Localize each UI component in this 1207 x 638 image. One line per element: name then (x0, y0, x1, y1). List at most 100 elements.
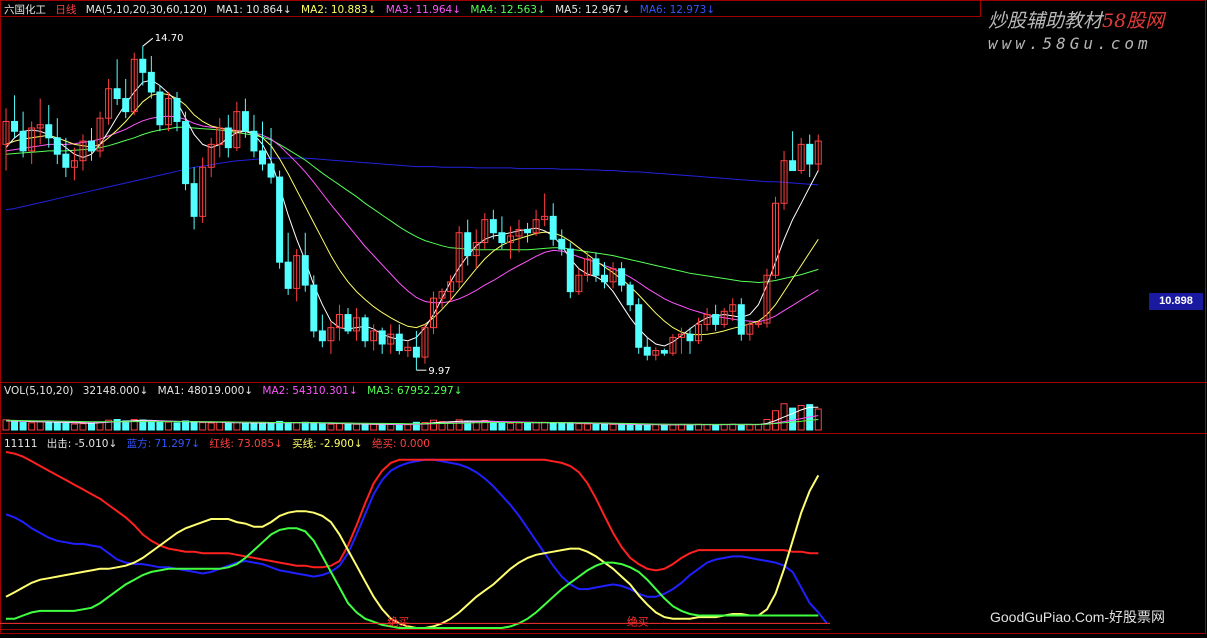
volume-bar (70, 423, 78, 431)
volume-bars (2, 403, 822, 431)
volume-bar (318, 423, 326, 431)
candle-body (395, 333, 403, 352)
candle-body (464, 232, 472, 257)
candle-body (412, 346, 420, 358)
vol-params: VOL(5,10,20) (4, 385, 74, 397)
ma-params: MA(5,10,20,30,60,120) (85, 4, 207, 16)
honglv-value: 红线: 73.085↓ (209, 438, 283, 450)
high-mark-label: 14.70 (155, 33, 184, 44)
volume-bar (370, 423, 378, 431)
volume-bar (703, 424, 711, 431)
candle-body (498, 232, 506, 244)
volume-bar (395, 423, 403, 431)
buy-signal-label: 绝买 (387, 614, 409, 628)
volume-bar (11, 420, 19, 431)
volume-bar (88, 422, 95, 431)
lanfang-value: 蓝方: 71.297↓ (126, 438, 201, 450)
volume-bar (335, 423, 343, 431)
volume-bar (387, 423, 395, 431)
volume-bar (506, 422, 514, 431)
candle-body (635, 304, 643, 348)
volume-bar (524, 422, 532, 431)
watermark-top-a: 炒股辅助教材 (988, 10, 1103, 32)
chart-canvas[interactable]: 绝买 绝买 14.70 9.97 (0, 0, 1207, 634)
volume-bar (558, 422, 566, 431)
indicator-panel-header: 11111 出击: -5.010↓ 蓝方: 71.297↓ 红线: 73.085… (4, 436, 436, 451)
candle-body (139, 58, 147, 73)
candle-body (147, 71, 155, 93)
candle-body (190, 183, 198, 217)
volume-bar (515, 422, 523, 431)
volume-bar (173, 422, 181, 431)
volume-bar (754, 423, 762, 431)
volume-bar (361, 424, 369, 431)
candle-body (19, 130, 27, 152)
vol-ma3-value: MA3: 67952.297↓ (367, 385, 463, 397)
volume-bar (601, 423, 608, 431)
volume-bar (592, 423, 600, 431)
candle-body (53, 137, 61, 155)
candle-body (618, 268, 626, 286)
volume-bar (53, 422, 61, 431)
volume-bar (45, 421, 53, 431)
volume-bar (284, 421, 292, 431)
volume-bar (669, 424, 677, 431)
volume-bar (164, 421, 172, 431)
candle-body (241, 111, 249, 132)
volume-bar (583, 423, 591, 431)
candle-body (284, 261, 292, 289)
candle-body (660, 350, 668, 354)
volume-bar (301, 421, 309, 431)
volume-bar (293, 422, 301, 431)
indicator-name: 11111 (4, 438, 38, 450)
volume-bar (660, 424, 668, 431)
volume-bar (737, 424, 745, 431)
maixian-value: 买线: -2.900↓ (292, 438, 363, 450)
candle-body (301, 255, 309, 286)
indicator-lines (5, 451, 828, 629)
indicator-chuji-line (6, 527, 819, 629)
candle-body (182, 120, 190, 185)
price-ma1-line (5, 79, 819, 347)
volume-bar (575, 423, 583, 431)
volume-bar (19, 421, 27, 431)
outer-frame (0, 0, 1206, 634)
chart-period[interactable]: 日线 (55, 4, 76, 16)
volume-bar (36, 421, 44, 431)
candle-body (601, 274, 608, 283)
high-mark-pointer (142, 37, 154, 47)
volume-bar (789, 407, 797, 431)
candle-body (276, 176, 284, 263)
volume-bar (566, 422, 574, 431)
volume-bar (79, 423, 87, 431)
candle-body (344, 314, 352, 332)
volume-bar (353, 423, 361, 431)
candle-body (62, 153, 70, 168)
volume-bar (310, 422, 318, 431)
volume-bar (549, 422, 557, 431)
candle-body (737, 304, 745, 335)
candle-body (626, 284, 634, 306)
watermark-top: 炒股辅助教材58股网 (988, 6, 1164, 33)
candle-body (378, 330, 386, 345)
candle-body (686, 333, 694, 342)
ma5-value: MA5: 12.967↓ (555, 4, 631, 16)
volume-bar (28, 422, 36, 431)
candle-body (122, 98, 130, 113)
candle-body (156, 91, 164, 126)
watermark-top-b: 58股网 (1102, 10, 1165, 32)
volume-bar (241, 422, 249, 431)
volume-bar (190, 421, 198, 431)
candle-body (267, 163, 275, 178)
candle-body (88, 140, 95, 152)
candle-body (113, 88, 121, 100)
volume-bar (259, 423, 266, 431)
candle-body (712, 314, 720, 325)
price-candles (2, 46, 822, 371)
volume-bar (404, 424, 412, 431)
candle-body (11, 120, 19, 132)
candle-body (558, 238, 566, 250)
watermark-bottom: GoodGuPiao.Com-好股票网 (990, 609, 1166, 625)
volume-bar (626, 424, 634, 431)
vol-ma2-value: MA2: 54310.301↓ (262, 385, 358, 397)
